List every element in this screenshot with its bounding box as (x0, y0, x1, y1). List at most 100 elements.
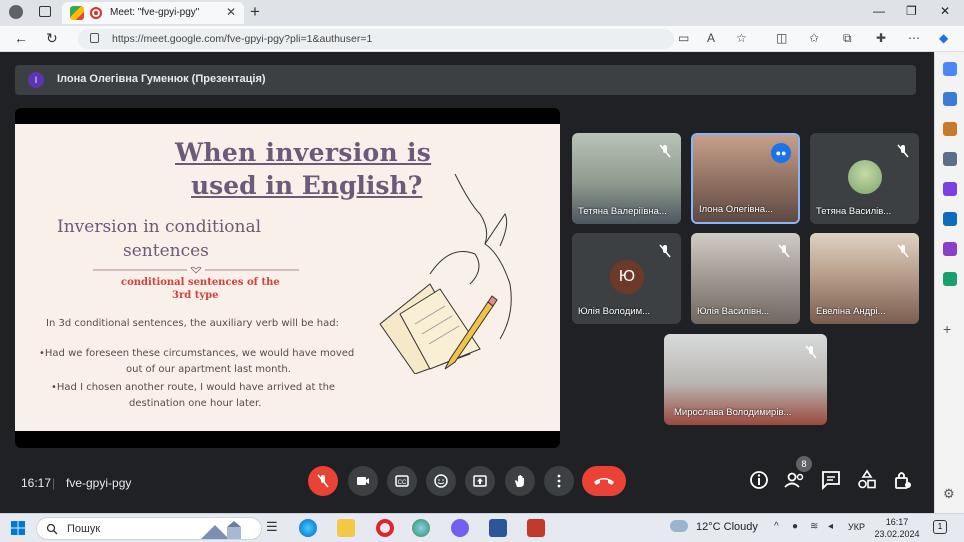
more-vert-icon (557, 474, 561, 488)
recording-icon (90, 7, 102, 19)
language-indicator[interactable]: УКР (848, 522, 865, 532)
word-icon[interactable] (489, 519, 507, 537)
shopping-icon[interactable] (943, 92, 957, 106)
browser-tab[interactable]: Meet: "fve-gpyi-pgy" ✕ (62, 2, 244, 24)
globe-icon[interactable] (412, 519, 430, 537)
volume-icon[interactable]: ◂ (828, 521, 833, 532)
activities-icon[interactable] (855, 468, 879, 492)
tray-expand-icon[interactable]: ^ (774, 521, 779, 532)
mic-off-icon (805, 345, 817, 359)
windows-taskbar: Пошук ☰ 12°C Cloudy ^ ● ≋ ◂ УКР 16:17 23… (0, 513, 964, 542)
info-icon[interactable] (747, 468, 771, 492)
minimize-icon[interactable]: — (873, 4, 885, 18)
outlook-icon[interactable] (943, 212, 957, 226)
participant-name: Тетяна Василів... (816, 206, 892, 217)
speaking-icon: ●● (771, 143, 791, 163)
drop-icon[interactable] (943, 272, 957, 286)
favorites-list-icon[interactable]: ✩ (809, 31, 819, 45)
microsoft365-icon[interactable] (943, 182, 957, 196)
mic-off-icon (317, 474, 329, 488)
participant-name: Мирослава Володимирів... (674, 407, 792, 418)
chat-icon[interactable] (819, 468, 843, 492)
collections-icon[interactable]: ⧉ (843, 31, 852, 46)
camera-toggle-button[interactable] (348, 466, 378, 496)
browser-titlebar: Meet: "fve-gpyi-pgy" ✕ + — ❐ ✕ (0, 0, 964, 26)
pdf-app-icon[interactable] (527, 519, 545, 537)
reactions-button[interactable] (426, 466, 456, 496)
participant-tile[interactable]: Евеліна Андрі... (810, 233, 919, 324)
slide-subheading-line1: conditional sentences of the (121, 277, 280, 288)
participant-tile[interactable]: Тетяна Василів... (810, 133, 919, 224)
mic-off-icon (897, 144, 909, 158)
present-button[interactable] (465, 466, 495, 496)
raise-hand-button[interactable] (505, 466, 535, 496)
weather-text[interactable]: 12°C Cloudy (696, 521, 758, 533)
opera-icon[interactable] (376, 519, 394, 537)
participant-tile[interactable]: Юлія Василівн... (691, 233, 800, 324)
split-screen-icon[interactable]: ◫ (776, 31, 787, 45)
slide: When inversion is used in English? Inver… (15, 124, 560, 431)
more-icon[interactable]: ⋯ (908, 31, 920, 45)
mic-toggle-button[interactable] (308, 466, 338, 496)
tab-actions-icon[interactable] (39, 6, 51, 17)
meet-favicon-icon (70, 6, 84, 20)
task-view-icon[interactable]: ☰ (266, 519, 284, 537)
taskbar-clock[interactable]: 16:17 23.02.2024 (874, 516, 920, 540)
close-tab-icon[interactable]: ✕ (226, 5, 236, 19)
participant-tile[interactable]: Мирослава Володимирів... (664, 334, 827, 425)
close-window-icon[interactable]: ✕ (940, 4, 950, 18)
slide-subheading-line2: 3rd type (172, 290, 219, 301)
meeting-time: 16:17 (21, 476, 52, 490)
windows-start-icon[interactable] (11, 521, 25, 535)
profile-icon[interactable] (9, 5, 23, 19)
slide-example1-line2: out of our apartment last month. (126, 364, 291, 375)
clock-time: 16:17 (885, 517, 909, 527)
participant-tile[interactable]: Ю Юлія Володим... (572, 233, 681, 324)
address-field[interactable]: https://meet.google.com/fve-gpyi-pgy?pli… (78, 29, 674, 49)
taskbar-search[interactable]: Пошук (36, 517, 262, 540)
presentation-stage: When inversion is used in English? Inver… (15, 108, 560, 448)
favorite-icon[interactable]: ☆ (736, 31, 747, 45)
back-icon[interactable]: ← (14, 30, 28, 46)
slide-example2-line2: destination one hour later. (129, 398, 262, 409)
leave-call-button[interactable] (582, 466, 626, 496)
people-icon[interactable] (783, 468, 807, 492)
presenter-name: Ілона Олегівна Гуменюк (Презентація) (57, 73, 266, 85)
slide-heading-line1: Inversion in conditional (57, 217, 262, 237)
ornament-divider (93, 266, 299, 274)
present-icon (473, 475, 487, 487)
captions-button[interactable]: CC (387, 466, 417, 496)
mic-tray-icon[interactable]: ● (792, 521, 798, 532)
mic-off-icon (778, 244, 790, 258)
url-text: https://meet.google.com/fve-gpyi-pgy?pli… (112, 33, 373, 45)
new-tab-button[interactable]: + (250, 2, 260, 22)
notifications-icon[interactable]: 1 (933, 520, 947, 534)
participant-avatar: Ю (610, 260, 644, 294)
camera-icon[interactable]: ▭ (678, 31, 689, 45)
restore-icon[interactable]: ❐ (906, 4, 917, 18)
participant-tile[interactable]: Тетяна Валеріївна... (572, 133, 681, 224)
participant-name: Тетяна Валеріївна... (578, 206, 667, 217)
viber-icon[interactable] (451, 519, 469, 537)
copilot-icon[interactable]: ◆ (939, 31, 948, 45)
search-icon[interactable] (943, 62, 957, 76)
svg-text:CC: CC (398, 480, 407, 486)
read-aloud-icon[interactable]: A (707, 31, 715, 45)
wifi-icon[interactable]: ≋ (810, 521, 818, 532)
tools-icon[interactable] (943, 122, 957, 136)
extensions-icon[interactable]: ✚ (876, 31, 886, 45)
settings-icon[interactable]: ⚙ (943, 487, 957, 501)
participant-tile[interactable]: ●● Ілона Олегівна... (691, 133, 800, 224)
more-options-button[interactable] (544, 466, 574, 496)
clock-date: 23.02.2024 (874, 529, 920, 539)
presenter-banner: I Ілона Олегівна Гуменюк (Презентація) (15, 65, 916, 95)
edge-icon[interactable] (299, 519, 317, 537)
slide-body: In 3d conditional sentences, the auxilia… (46, 318, 339, 329)
host-controls-icon[interactable] (891, 468, 915, 492)
add-icon[interactable]: + (943, 322, 957, 336)
designer-icon[interactable] (943, 242, 957, 256)
games-icon[interactable] (943, 152, 957, 166)
reload-icon[interactable]: ↻ (46, 30, 58, 47)
file-explorer-icon[interactable] (337, 519, 355, 537)
lock-icon (90, 33, 99, 43)
